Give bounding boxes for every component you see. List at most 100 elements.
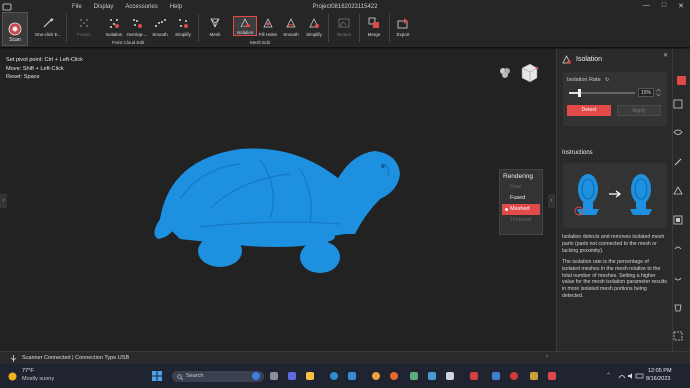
windows-taskbar: 77°F Mostly sunny Search ⌃ 12:05 PM 8/16…	[0, 364, 690, 388]
render-textured-option[interactable]: Textured	[500, 215, 542, 226]
app-icon[interactable]	[428, 372, 436, 380]
point-cloud-smooth-button[interactable]: Smooth	[148, 17, 172, 37]
app-logo-icon	[2, 3, 12, 11]
texture-button[interactable]: Texture	[331, 17, 357, 37]
weather-sun-icon	[8, 372, 17, 381]
menu-display[interactable]: Display	[94, 4, 114, 10]
magic-wand-icon	[43, 17, 54, 28]
render-meshed-option[interactable]: Meshed	[502, 204, 540, 215]
mesh-isolation-icon	[240, 18, 250, 27]
right-tool-strip	[672, 49, 690, 351]
navigation-hints: Set pivot point: Ctrl + Left-Click Move:…	[6, 56, 83, 82]
instruction-illustration	[563, 163, 667, 228]
app-icon[interactable]	[470, 372, 478, 380]
scan-label: Scan	[9, 37, 21, 43]
fill-holes-button[interactable]: Fill Holes	[256, 17, 280, 37]
app-icon[interactable]	[446, 372, 454, 380]
menu-help[interactable]: Help	[170, 4, 182, 10]
app-icon[interactable]	[410, 372, 418, 380]
point-cloud-edit-group-label: Point Cloud Edit	[112, 40, 145, 45]
mesh-icon	[210, 18, 220, 28]
chrome-icon[interactable]	[372, 372, 380, 380]
fill-holes-tool-icon[interactable]	[673, 99, 683, 109]
scanner-app-icon[interactable]	[548, 372, 556, 380]
panel-close-icon[interactable]: ✕	[663, 52, 668, 59]
menu-file[interactable]: File	[72, 4, 82, 10]
left-collapse-arrow[interactable]: ‹	[0, 194, 7, 208]
app-icon[interactable]	[530, 372, 538, 380]
fusion-icon	[80, 19, 88, 27]
scan-button[interactable]: Scan	[2, 12, 28, 46]
isolation-settings-box: Isolation Rate ↻ 15% Detect Apply	[563, 72, 667, 126]
mesh-simplify-button[interactable]: Simplify	[302, 17, 326, 37]
menu-accessories[interactable]: Accessories	[125, 4, 157, 10]
toolbar-divider	[328, 14, 329, 42]
right-collapse-arrow[interactable]: ›	[548, 194, 555, 208]
polygon-tool-icon[interactable]	[673, 186, 683, 196]
render-raw-option[interactable]: Raw	[500, 182, 542, 193]
merge-label: Merge	[367, 32, 381, 37]
point-cloud-simplify-label: Simplify	[175, 32, 191, 37]
merge-icon	[368, 17, 379, 28]
point-cloud-isolation-button[interactable]: Isolation	[102, 17, 126, 37]
app-window: Project08162023115422 File Display Acces…	[0, 0, 690, 388]
reset-hint: Reset: Space	[6, 74, 40, 80]
slider-handle[interactable]	[577, 89, 581, 97]
mesh-smooth-button[interactable]: Smooth	[279, 17, 303, 37]
move-hint: Move: Shift + Left-Click	[6, 65, 64, 72]
mesh-simplify-label: Simplify	[306, 32, 322, 37]
spinner-arrows-icon[interactable]	[656, 88, 661, 97]
isolation-rate-slider[interactable]	[569, 89, 635, 97]
turtle-mesh-model[interactable]	[140, 139, 415, 279]
weather-temperature: 77°F	[22, 368, 34, 374]
firefox-icon[interactable]	[390, 372, 398, 380]
file-explorer-icon[interactable]	[306, 372, 314, 380]
pivot-hint: Set pivot point: Ctrl + Left-Click	[6, 57, 83, 63]
clock-date[interactable]: 8/16/2023	[646, 376, 670, 382]
tray-chevron-icon[interactable]: ⌃	[606, 372, 611, 379]
isolation-tool-icon[interactable]	[677, 76, 686, 85]
copilot-icon[interactable]	[252, 372, 260, 380]
isolation-rate-input[interactable]: 15%	[638, 88, 654, 97]
point-cloud-simplify-button[interactable]: Simplify	[171, 17, 195, 37]
taskbar-search-box[interactable]: Search	[172, 371, 264, 382]
edge-browser-icon[interactable]	[330, 372, 338, 380]
minimize-icon[interactable]: —	[643, 2, 650, 10]
tray-icons[interactable]	[618, 372, 644, 380]
maximize-icon[interactable]: □	[662, 2, 666, 10]
app-icon[interactable]	[492, 372, 500, 380]
detect-button[interactable]: Detect	[567, 105, 611, 116]
rendering-mode-panel: Rendering Raw Fused Meshed Textured	[499, 169, 543, 235]
merge-button[interactable]: Merge	[362, 17, 386, 37]
redo-icon[interactable]	[673, 273, 683, 283]
brush-tool-icon[interactable]	[673, 157, 683, 167]
invert-selection-icon[interactable]	[673, 215, 683, 225]
mesh-isolation-button[interactable]: Isolation	[233, 16, 257, 36]
render-fused-option[interactable]: Fused	[500, 193, 542, 204]
windows-start-icon[interactable]	[152, 371, 162, 381]
undo-icon[interactable]	[673, 244, 683, 254]
export-button[interactable]: Export	[391, 17, 415, 37]
overlap-button[interactable]: Overlap-...	[125, 17, 149, 37]
opera-icon[interactable]	[510, 372, 518, 380]
clock-time[interactable]: 12:05 PM	[648, 368, 672, 374]
toolbar-divider	[66, 14, 67, 42]
weather-condition: Mostly sunny	[22, 376, 55, 382]
teams-icon[interactable]	[288, 372, 296, 380]
task-view-icon[interactable]	[270, 372, 278, 380]
view-cube-icon[interactable]	[497, 62, 539, 86]
3d-viewport[interactable]: Set pivot point: Ctrl + Left-Click Move:…	[0, 49, 556, 351]
lasso-tool-icon[interactable]	[673, 128, 683, 138]
fusion-button[interactable]: Fusion	[72, 17, 96, 37]
apply-button[interactable]: Apply	[617, 105, 661, 116]
status-collapse-icon[interactable]: ›	[546, 354, 548, 360]
rendering-heading: Rendering	[503, 173, 533, 180]
one-click-edit-button[interactable]: One-click E...	[34, 17, 62, 37]
toolbar-divider	[389, 14, 390, 42]
close-icon[interactable]: ✕	[678, 2, 684, 10]
delete-icon[interactable]	[673, 302, 683, 312]
mesh-button[interactable]: Mesh	[203, 17, 227, 37]
select-all-icon[interactable]	[673, 331, 683, 341]
store-icon[interactable]	[348, 372, 356, 380]
reset-icon[interactable]: ↻	[605, 77, 609, 83]
